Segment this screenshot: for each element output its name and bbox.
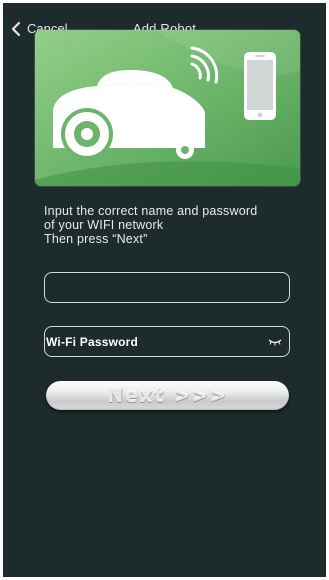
smartphone-icon xyxy=(244,52,276,120)
instructions-text: Input the correct name and password of y… xyxy=(44,204,304,246)
wifi-password-input[interactable] xyxy=(45,327,289,356)
instruction-line: of your WIFI network xyxy=(44,218,164,232)
instruction-line: Input the correct name and password xyxy=(44,204,258,218)
next-button-label: Next >>> xyxy=(107,384,228,407)
eye-closed-icon[interactable] xyxy=(268,338,282,346)
wifi-name-field[interactable] xyxy=(44,272,290,303)
wifi-password-field[interactable]: Wi-Fi Password xyxy=(44,326,290,357)
next-button[interactable]: Next >>> xyxy=(46,381,289,410)
instruction-line: Then press “Next” xyxy=(44,232,148,246)
add-robot-screen: Cancel Add Robot Input the correct name … xyxy=(3,3,326,577)
hero-banner xyxy=(35,30,300,186)
wifi-name-input[interactable] xyxy=(45,273,289,302)
